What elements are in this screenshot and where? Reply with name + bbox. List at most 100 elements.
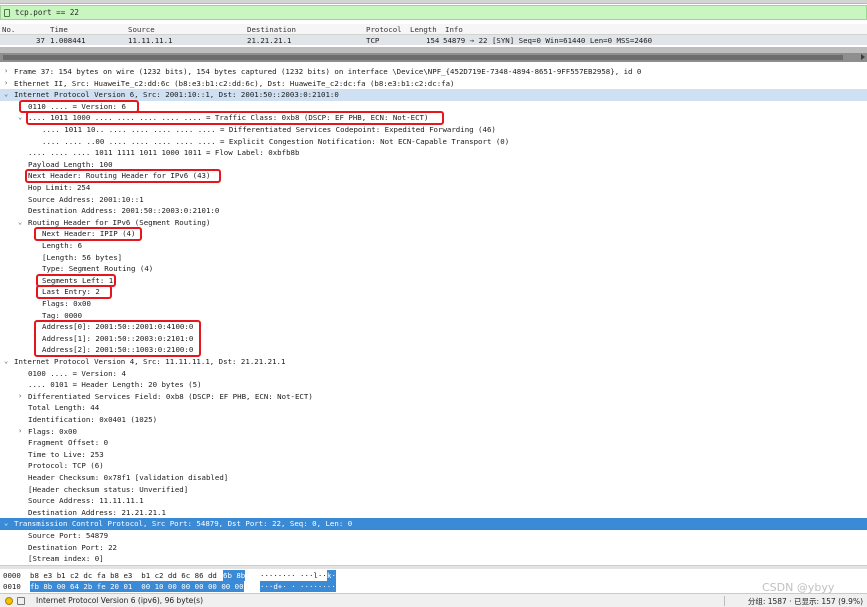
tree-item[interactable]: Next Header: Routing Header for IPv6 (43… [0, 170, 867, 182]
tree-item[interactable]: ⌄ Internet Protocol Version 4, Src: 11.11… [0, 356, 867, 368]
tree-item-label: Protocol: TCP (6) [28, 461, 104, 471]
tree-item-label: Header Checksum: 0x78f1 [validation disa… [28, 473, 229, 482]
tree-item[interactable]: Next Header: IPIP (4) [0, 228, 867, 240]
tree-item[interactable]: Header Checksum: 0x78f1 [validation disa… [0, 472, 867, 484]
packet-stats: 分组: 1587 · 已显示: 157 (9.9%) [747, 597, 863, 606]
tree-item[interactable]: Source Port: 54879 [0, 530, 867, 542]
status-bar: Internet Protocol Version 6 (ipv6), 96 b… [0, 593, 867, 607]
column-header-source[interactable]: Source [128, 25, 155, 34]
hex-offset: 0000 [3, 571, 21, 580]
packet-protocol: TCP [366, 36, 380, 45]
packet-list-row[interactable]: 37 1.008441 11.11.11.1 21.21.21.1 TCP 15… [0, 35, 867, 45]
scroll-right-icon[interactable] [861, 54, 865, 60]
tree-item-label: Address[2]: 2001:50::1003:0:2100:0 [42, 345, 194, 355]
display-filter-bar[interactable]: tcp.port == 22 [0, 5, 867, 20]
expand-down-icon[interactable]: ⌄ [4, 356, 8, 368]
scrollbar-thumb[interactable] [3, 55, 843, 60]
tree-item[interactable]: Fragment Offset: 0 [0, 437, 867, 449]
tree-item[interactable]: › Differentiated Services Field: 0xb8 (DS… [0, 391, 867, 403]
bookmark-icon[interactable] [4, 9, 10, 17]
tree-item[interactable]: ⌄ Internet Protocol Version 6, Src: 2001:… [0, 89, 867, 101]
column-header-no[interactable]: No. [2, 25, 15, 34]
tree-item[interactable]: Total Length: 44 [0, 402, 867, 414]
tree-item[interactable]: Address[1]: 2001:50::2003:0:2101:0 [0, 333, 867, 345]
expand-down-icon[interactable]: ⌄ [18, 217, 22, 229]
column-header-protocol[interactable]: Protocol [366, 25, 402, 34]
expand-right-icon[interactable]: › [18, 391, 22, 403]
capture-comment-icon[interactable] [17, 597, 25, 605]
tree-item[interactable]: ⌄ Transmission Control Protocol, Src Port… [0, 518, 867, 530]
tree-item-label: Internet Protocol Version 4, Src: 11.11.… [14, 357, 286, 366]
expert-info-icon[interactable] [5, 597, 13, 605]
expand-right-icon[interactable]: › [4, 66, 8, 78]
hex-row: 0010 fb 8b 00 64 2b fe 20 01 00 10 00 00… [0, 581, 867, 592]
tree-item[interactable]: Time to Live: 253 [0, 449, 867, 461]
tree-item-label: .... 1011 10.. .... .... .... .... .... … [42, 125, 496, 134]
tree-item[interactable]: [Length: 56 bytes] [0, 252, 867, 264]
tree-item[interactable]: Segments Left: 1 [0, 275, 867, 287]
column-header-time[interactable]: Time [50, 25, 68, 34]
tree-item[interactable]: Address[0]: 2001:50::2001:0:4100:0 [0, 321, 867, 333]
tree-item[interactable]: 0110 .... = Version: 6 [0, 101, 867, 113]
horizontal-scrollbar[interactable] [0, 53, 867, 62]
tree-item[interactable]: Length: 6 [0, 240, 867, 252]
tree-item-label: Segments Left: 1 [42, 275, 114, 285]
tree-item-label: Address[0]: 2001:50::2001:0:4100:0 [42, 322, 194, 332]
tree-item[interactable]: Address[2]: 2001:50::1003:0:2100:0 [0, 344, 867, 356]
hex-ascii-selected[interactable]: k· [327, 570, 336, 581]
tree-item[interactable]: .... 1011 10.. .... .... .... .... .... … [0, 124, 867, 136]
expand-down-icon[interactable]: ⌄ [4, 518, 8, 530]
tree-item-label: [Stream index: 0] [28, 554, 104, 564]
column-header-info[interactable]: Info [445, 25, 463, 34]
tree-item[interactable]: Protocol: TCP (6) [0, 460, 867, 472]
pane-splitter[interactable] [0, 565, 867, 569]
tree-item-label: Type: Segment Routing (4) [42, 264, 154, 274]
tree-item[interactable]: ⌄ .... 1011 1000 .... .... .... .... ....… [0, 112, 867, 124]
tree-item-label: .... .... ..00 .... .... .... .... .... … [42, 136, 510, 146]
hex-bytes-selected[interactable]: fb 8b 00 64 2b fe 20 01 00 10 00 00 00 0… [30, 581, 244, 592]
tree-item-label: [Header checksum status: Unverified] [28, 484, 189, 494]
tree-item[interactable]: .... 0101 = Header Length: 20 bytes (5) [0, 379, 867, 391]
column-header-length[interactable]: Length [410, 25, 437, 34]
tree-item[interactable]: [Stream index: 0] [0, 553, 867, 565]
packet-time: 1.008441 [50, 36, 86, 45]
tree-item[interactable]: Destination Address: 2001:50::2003:0:210… [0, 205, 867, 217]
tree-item[interactable]: › Flags: 0x00 [0, 426, 867, 438]
tree-item[interactable]: Flags: 0x00 [0, 298, 867, 310]
expand-down-icon[interactable]: ⌄ [18, 112, 22, 124]
toolbar [0, 0, 867, 4]
expand-right-icon[interactable]: › [4, 78, 8, 90]
tree-item[interactable]: [Header checksum status: Unverified] [0, 484, 867, 496]
tree-item-label: Hop Limit: 254 [28, 183, 91, 192]
hex-bytes[interactable]: b8 e3 b1 c2 dc fa b8 e3 b1 c2 dd 6c 86 d… [30, 570, 217, 581]
tree-item[interactable]: Last Entry: 2 [0, 286, 867, 298]
tree-item[interactable]: .... .... .... 1011 1111 1011 1000 1011 … [0, 147, 867, 159]
tree-item[interactable]: › Ethernet II, Src: HuaweiTe_c2:dd:6c (b8… [0, 78, 867, 90]
tree-item[interactable]: Source Address: 11.11.11.1 [0, 495, 867, 507]
tree-item-label: Last Entry: 2 [42, 287, 100, 297]
tree-item[interactable]: 0100 .... = Version: 4 [0, 368, 867, 380]
hex-ascii-selected[interactable]: ···d+· · ········ [260, 581, 336, 592]
tree-item[interactable]: Tag: 0000 [0, 310, 867, 322]
tree-item[interactable]: Destination Address: 21.21.21.1 [0, 507, 867, 519]
tree-item-label: Flags: 0x00 [28, 426, 77, 436]
tree-item[interactable]: ⌄ Routing Header for IPv6 (Segment Routin… [0, 217, 867, 229]
tree-item-label: .... .... .... 1011 1111 1011 1000 1011 … [28, 148, 300, 158]
expand-down-icon[interactable]: ⌄ [4, 89, 8, 101]
tree-item[interactable]: Payload Length: 100 [0, 159, 867, 171]
tree-item[interactable]: Identification: 0x0401 (1025) [0, 414, 867, 426]
hex-bytes-selected[interactable]: 6b 8b [223, 570, 246, 581]
packet-info: 54879 → 22 [SYN] Seq=0 Win=61440 Len=0 M… [443, 36, 653, 45]
tree-item[interactable]: › Frame 37: 154 bytes on wire (1232 bits)… [0, 66, 867, 78]
expand-right-icon[interactable]: › [18, 426, 22, 438]
tree-item[interactable]: Type: Segment Routing (4) [0, 263, 867, 275]
tree-item[interactable]: .... .... ..00 .... .... .... .... .... … [0, 136, 867, 148]
display-filter-input[interactable]: tcp.port == 22 [15, 8, 79, 17]
hex-ascii[interactable]: ········ ···l·· [260, 570, 327, 581]
tree-item[interactable]: Source Address: 2001:10::1 [0, 194, 867, 206]
status-divider [724, 596, 725, 606]
packet-no: 37 [36, 36, 45, 45]
column-header-destination[interactable]: Destination [247, 25, 296, 34]
tree-item[interactable]: Hop Limit: 254 [0, 182, 867, 194]
tree-item[interactable]: Destination Port: 22 [0, 542, 867, 554]
